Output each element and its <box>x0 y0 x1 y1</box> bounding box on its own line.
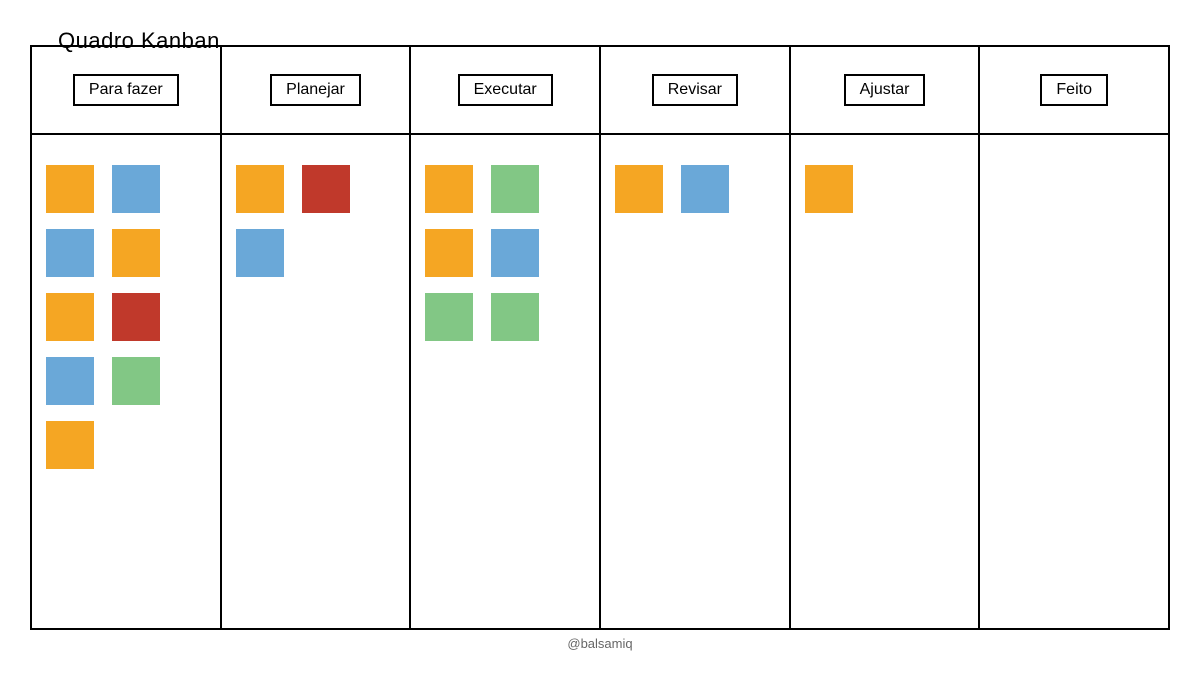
card-list-todo <box>32 165 220 469</box>
column-header-adjust: Ajustar <box>791 47 981 133</box>
column-body-todo[interactable] <box>32 135 222 628</box>
card-row <box>425 165 585 213</box>
kanban-board: Para fazer Planejar Executar Revisar Ajustar… <box>30 45 1170 630</box>
card-list-review <box>601 165 789 213</box>
card-list-plan <box>222 165 410 277</box>
card-list-adjust <box>791 165 979 213</box>
card-row <box>46 421 206 469</box>
card-row <box>46 229 206 277</box>
column-label-done[interactable]: Feito <box>1040 74 1108 105</box>
card-list-execute <box>411 165 599 341</box>
column-body-review[interactable] <box>601 135 791 628</box>
kanban-card[interactable] <box>302 165 350 213</box>
column-label-todo[interactable]: Para fazer <box>73 74 179 105</box>
column-label-adjust[interactable]: Ajustar <box>844 74 926 105</box>
column-header-execute: Executar <box>411 47 601 133</box>
kanban-card[interactable] <box>46 165 94 213</box>
kanban-card[interactable] <box>425 293 473 341</box>
column-body-adjust[interactable] <box>791 135 981 628</box>
column-header-plan: Planejar <box>222 47 412 133</box>
kanban-card[interactable] <box>615 165 663 213</box>
kanban-card[interactable] <box>236 165 284 213</box>
card-row <box>236 165 396 213</box>
kanban-card[interactable] <box>112 229 160 277</box>
column-header-row: Para fazer Planejar Executar Revisar Ajustar… <box>32 47 1168 135</box>
column-header-todo: Para fazer <box>32 47 222 133</box>
kanban-card[interactable] <box>681 165 729 213</box>
kanban-card[interactable] <box>46 229 94 277</box>
card-row <box>425 229 585 277</box>
kanban-card[interactable] <box>46 293 94 341</box>
kanban-card[interactable] <box>491 293 539 341</box>
card-row <box>46 165 206 213</box>
card-row <box>46 293 206 341</box>
kanban-card[interactable] <box>491 165 539 213</box>
column-label-plan[interactable]: Planejar <box>270 74 361 105</box>
card-row <box>805 165 965 213</box>
column-label-execute[interactable]: Executar <box>458 74 553 105</box>
column-body-execute[interactable] <box>411 135 601 628</box>
kanban-card[interactable] <box>425 229 473 277</box>
card-row <box>236 229 396 277</box>
column-header-done: Feito <box>980 47 1168 133</box>
kanban-card[interactable] <box>425 165 473 213</box>
card-row <box>46 357 206 405</box>
kanban-stage: Quadro Kanban Para fazerPlanejarExecutar… <box>0 0 1200 675</box>
kanban-card[interactable] <box>236 229 284 277</box>
kanban-card[interactable] <box>46 421 94 469</box>
credit-text: @balsamiq <box>0 636 1200 651</box>
card-row <box>425 293 585 341</box>
column-body-row <box>32 135 1168 628</box>
kanban-card[interactable] <box>46 357 94 405</box>
kanban-card[interactable] <box>112 293 160 341</box>
column-body-plan[interactable] <box>222 135 412 628</box>
column-header-review: Revisar <box>601 47 791 133</box>
kanban-card[interactable] <box>491 229 539 277</box>
kanban-card[interactable] <box>112 357 160 405</box>
card-row <box>615 165 775 213</box>
column-label-review[interactable]: Revisar <box>652 74 738 105</box>
column-body-done[interactable] <box>980 135 1168 628</box>
kanban-card[interactable] <box>805 165 853 213</box>
kanban-card[interactable] <box>112 165 160 213</box>
